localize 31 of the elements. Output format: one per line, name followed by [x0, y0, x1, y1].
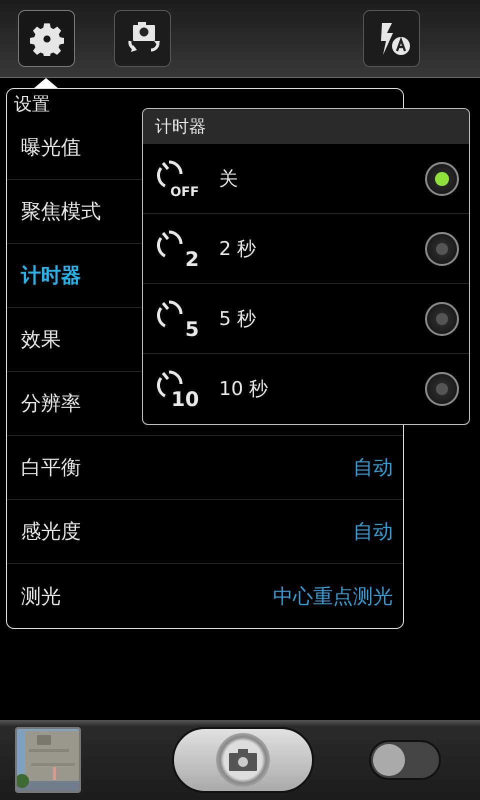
panel-title: 设置	[13, 93, 51, 116]
option-label: 关	[219, 166, 239, 192]
item-label: 曝光值	[21, 134, 81, 161]
flash-auto-button[interactable]	[363, 10, 420, 67]
settings-button[interactable]	[18, 10, 75, 67]
mode-switch[interactable]	[369, 740, 441, 780]
item-label: 分辨率	[21, 390, 81, 417]
settings-item[interactable]: 测光 中心重点测光	[7, 564, 403, 628]
settings-item[interactable]: 感光度 自动	[7, 500, 403, 564]
item-value: 中心重点测光	[273, 582, 393, 610]
option-label: 10 秒	[219, 377, 270, 402]
switch-camera-button[interactable]	[114, 10, 171, 67]
radio-button[interactable]	[425, 162, 459, 196]
camera-icon	[229, 749, 257, 771]
item-label: 感光度	[21, 518, 81, 545]
item-label: 计时器	[21, 262, 81, 289]
settings-item[interactable]: 白平衡 自动	[7, 436, 403, 500]
gallery-thumbnail[interactable]	[15, 727, 81, 793]
settings-icon	[30, 22, 64, 56]
option-label: 2 秒	[219, 236, 258, 262]
radio-button[interactable]	[425, 302, 459, 336]
item-label: 测光	[21, 582, 61, 610]
radio-button[interactable]	[425, 232, 459, 266]
item-value: 自动	[353, 518, 393, 545]
item-value: 自动	[353, 454, 393, 481]
radio-button[interactable]	[425, 372, 459, 406]
item-label: 白平衡	[21, 454, 81, 481]
item-label: 效果	[21, 326, 61, 353]
option-label: 5 秒	[219, 306, 258, 332]
item-label: 聚焦模式	[21, 198, 101, 225]
dialog-title: 计时器	[143, 109, 469, 144]
